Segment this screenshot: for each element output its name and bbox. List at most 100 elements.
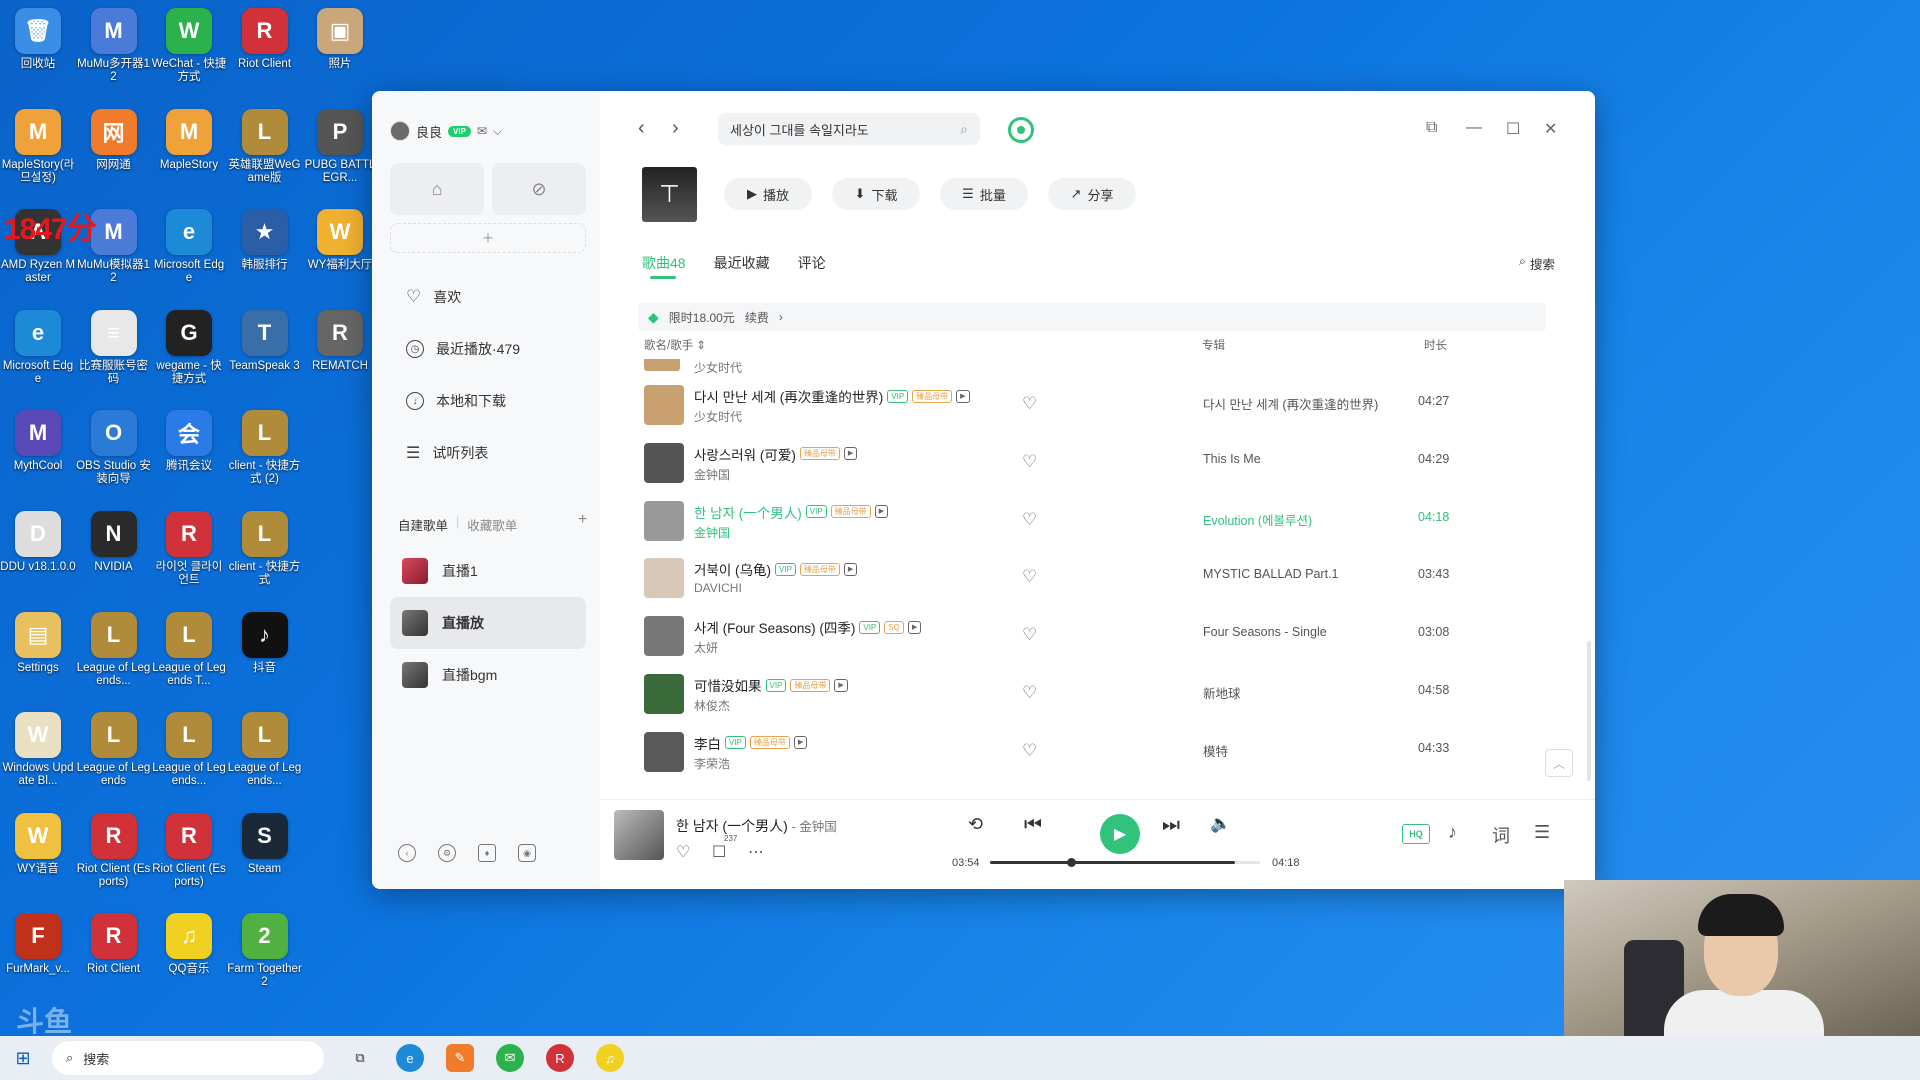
desktop-icon[interactable]: R Riot Client [76,913,152,976]
task-view-icon[interactable]: ⧉ [346,1044,374,1072]
loop-icon[interactable]: ⟲ [968,814,983,835]
song-artist[interactable]: 少女时代 [694,408,742,425]
desktop-icon[interactable]: P PUBG BATTLEGR... [302,108,378,185]
playlist-item[interactable]: 直播bgm [390,649,586,701]
search-icon[interactable]: ⌕ [960,121,968,138]
desktop-icon[interactable]: L 英雄联盟WeGame版 [227,108,303,185]
desktop-icon[interactable]: D DDU v18.1.0.0 [0,511,76,574]
song-album[interactable]: Four Seasons - Single [1203,625,1327,639]
tab-recent[interactable]: 最近收藏 [714,253,770,273]
batch-button[interactable]: ☰ 批量 [940,178,1028,210]
volume-icon[interactable]: 🔈 [1210,814,1231,834]
vip-badge[interactable]: VIP [448,125,471,137]
desktop-icon[interactable]: R REMATCH [302,309,378,373]
scroll-to-top-button[interactable]: ︿ [1545,749,1573,777]
song-tag[interactable]: ▶ [956,389,970,403]
playlist-item[interactable]: 直播1 [390,545,586,597]
song-album[interactable]: 模特 [1203,741,1228,760]
column-header-album[interactable]: 专辑 [1202,337,1225,353]
heart-icon[interactable]: ♡ [1022,741,1037,761]
desktop-icon[interactable]: ★ 韩服排行 [227,209,303,272]
column-header-duration[interactable]: 时长 [1424,337,1447,353]
desktop-icon[interactable]: e Microsoft Edge [151,209,227,285]
desktop-icon[interactable]: R Riot Client (Esports) [151,812,227,889]
heart-icon[interactable]: ♡ [1022,683,1037,703]
desktop-icon[interactable]: M MapleStory(라므설정) [0,108,76,185]
desktop-icon[interactable]: Lclient - 快捷方式 (2) [227,410,303,486]
song-album[interactable]: This Is Me [1203,452,1261,466]
wechat-icon[interactable]: ✉ [496,1044,524,1072]
desktop-icon[interactable]: L League of Legends... [151,712,227,788]
discover-button[interactable]: ⊘ [492,163,586,215]
minimize-icon[interactable]: — [1466,119,1482,137]
song-cover[interactable] [644,731,684,772]
tab-collected-playlists[interactable]: 收藏歌单 [467,515,517,534]
song-artist[interactable]: 金钟国 [694,524,730,541]
desktop-icon[interactable]: W Windows Update Bl... [0,712,76,788]
start-button[interactable]: ⊞ [0,1048,46,1069]
song-tag[interactable]: ▶ [834,678,848,692]
comment-icon[interactable]: ☐ [712,842,726,862]
desktop-icon[interactable]: ♫ QQ音乐 [151,913,227,976]
song-tag[interactable]: ▶ [843,562,858,576]
renew-link[interactable]: 续费 [745,309,769,326]
now-playing-artist[interactable]: 金钟国 [799,820,837,834]
song-cover[interactable] [644,385,684,425]
song-title[interactable]: 可惜没如果 VIP 臻品母带 ▶ [694,675,848,695]
song-row[interactable]: 거북이 (乌龟) VIP 臻品母带 ▶ DAVICHI ♡ MYSTIC BALLAD Pa… [638,548,1546,604]
edge-icon[interactable]: e [396,1044,424,1072]
like-icon[interactable]: ♡ [676,842,690,862]
song-album[interactable]: MYSTIC BALLAD Part.1 [1203,567,1338,581]
song-title[interactable]: 사계 (Four Seasons) (四季) VIP SQ ▶ [694,617,922,637]
song-artist[interactable]: 李荣浩 [694,755,730,772]
desktop-icon[interactable]: M MuMu多开器12 [76,8,152,84]
desktop-icon[interactable]: T TeamSpeak 3 [227,309,303,373]
play-button[interactable]: ▶ [1100,814,1140,854]
desktop-icon[interactable]: W WY福利大厅 [302,209,378,272]
song-artist[interactable]: 金钟国 [694,466,730,483]
back-circle-icon[interactable]: ‹ [398,844,416,862]
desktop-icon[interactable]: S Steam [227,812,303,876]
desktop-icon[interactable]: L League of Legends... [76,611,152,688]
column-header-song[interactable]: 歌名/歌手 ⇕ [644,337,706,353]
progress-bar[interactable] [990,858,1260,867]
song-row[interactable]: 사계 (Four Seasons) (四季) VIP SQ ▶ 太妍 ♡ Four Seas… [638,606,1546,662]
share-button[interactable]: ↗ 分享 [1048,178,1136,210]
search-input[interactable]: 세상이 그대를 속일지라도 ⌕ [718,113,980,145]
skin-icon[interactable]: ♦ [478,844,496,862]
desktop-icon[interactable]: W WeChat - 快捷方式 [151,8,227,84]
download-button[interactable]: ⬇ 下载 [832,178,920,210]
back-arrow-icon[interactable]: ‹ [638,117,645,140]
vip-promo-banner[interactable]: ◆ 限时18.00元 续费 › [638,303,1546,331]
song-cover[interactable] [644,442,684,483]
taskbar-search[interactable]: ⌕ 搜索 [52,1041,324,1075]
sidebar-item-local[interactable]: ↓ 本地和下载 [406,391,506,411]
song-cover[interactable] [644,674,684,714]
desktop-icon[interactable]: W WY语音 [0,812,76,876]
desktop-icon[interactable]: ≡ 比赛服账号密码 [76,309,152,386]
song-album[interactable]: Evolution (에볼루션) [1203,510,1312,529]
maximize-icon[interactable]: ☐ [1506,119,1520,139]
song-cover[interactable] [644,616,684,657]
desktop-icon[interactable]: M MythCool [0,410,76,473]
settings-icon[interactable]: ⚙ [438,844,456,862]
music-recognition-icon[interactable] [1008,117,1034,143]
forward-arrow-icon[interactable]: › [672,117,679,140]
avatar[interactable] [390,121,410,141]
riot-icon[interactable]: R [546,1044,574,1072]
tab-songs[interactable]: 歌曲48 [642,253,686,273]
game-icon[interactable]: ◉ [518,844,536,862]
heart-icon[interactable]: ♡ [1022,452,1037,472]
song-tag[interactable]: ▶ [907,620,922,634]
heart-icon[interactable]: ♡ [1022,625,1037,645]
desktop-icon[interactable]: 2 Farm Together 2 [227,913,303,989]
app-icon[interactable]: ✎ [446,1044,474,1072]
song-row[interactable]: 사랑스러워 (可爱) 臻品母带 ▶ 金钟国 ♡ This Is Me 04:29 [638,433,1546,489]
playlist-queue-icon[interactable]: ☰ [1534,822,1550,843]
add-shortcut-button[interactable]: + [390,223,586,253]
more-icon[interactable]: ⋯ [748,842,764,862]
qq-music-icon[interactable]: ♫ [596,1044,624,1072]
mail-icon[interactable]: ✉ [477,124,487,138]
desktop-icon[interactable]: L League of Legends [76,712,152,788]
desktop-icon[interactable]: L League of Legends... [227,712,303,788]
